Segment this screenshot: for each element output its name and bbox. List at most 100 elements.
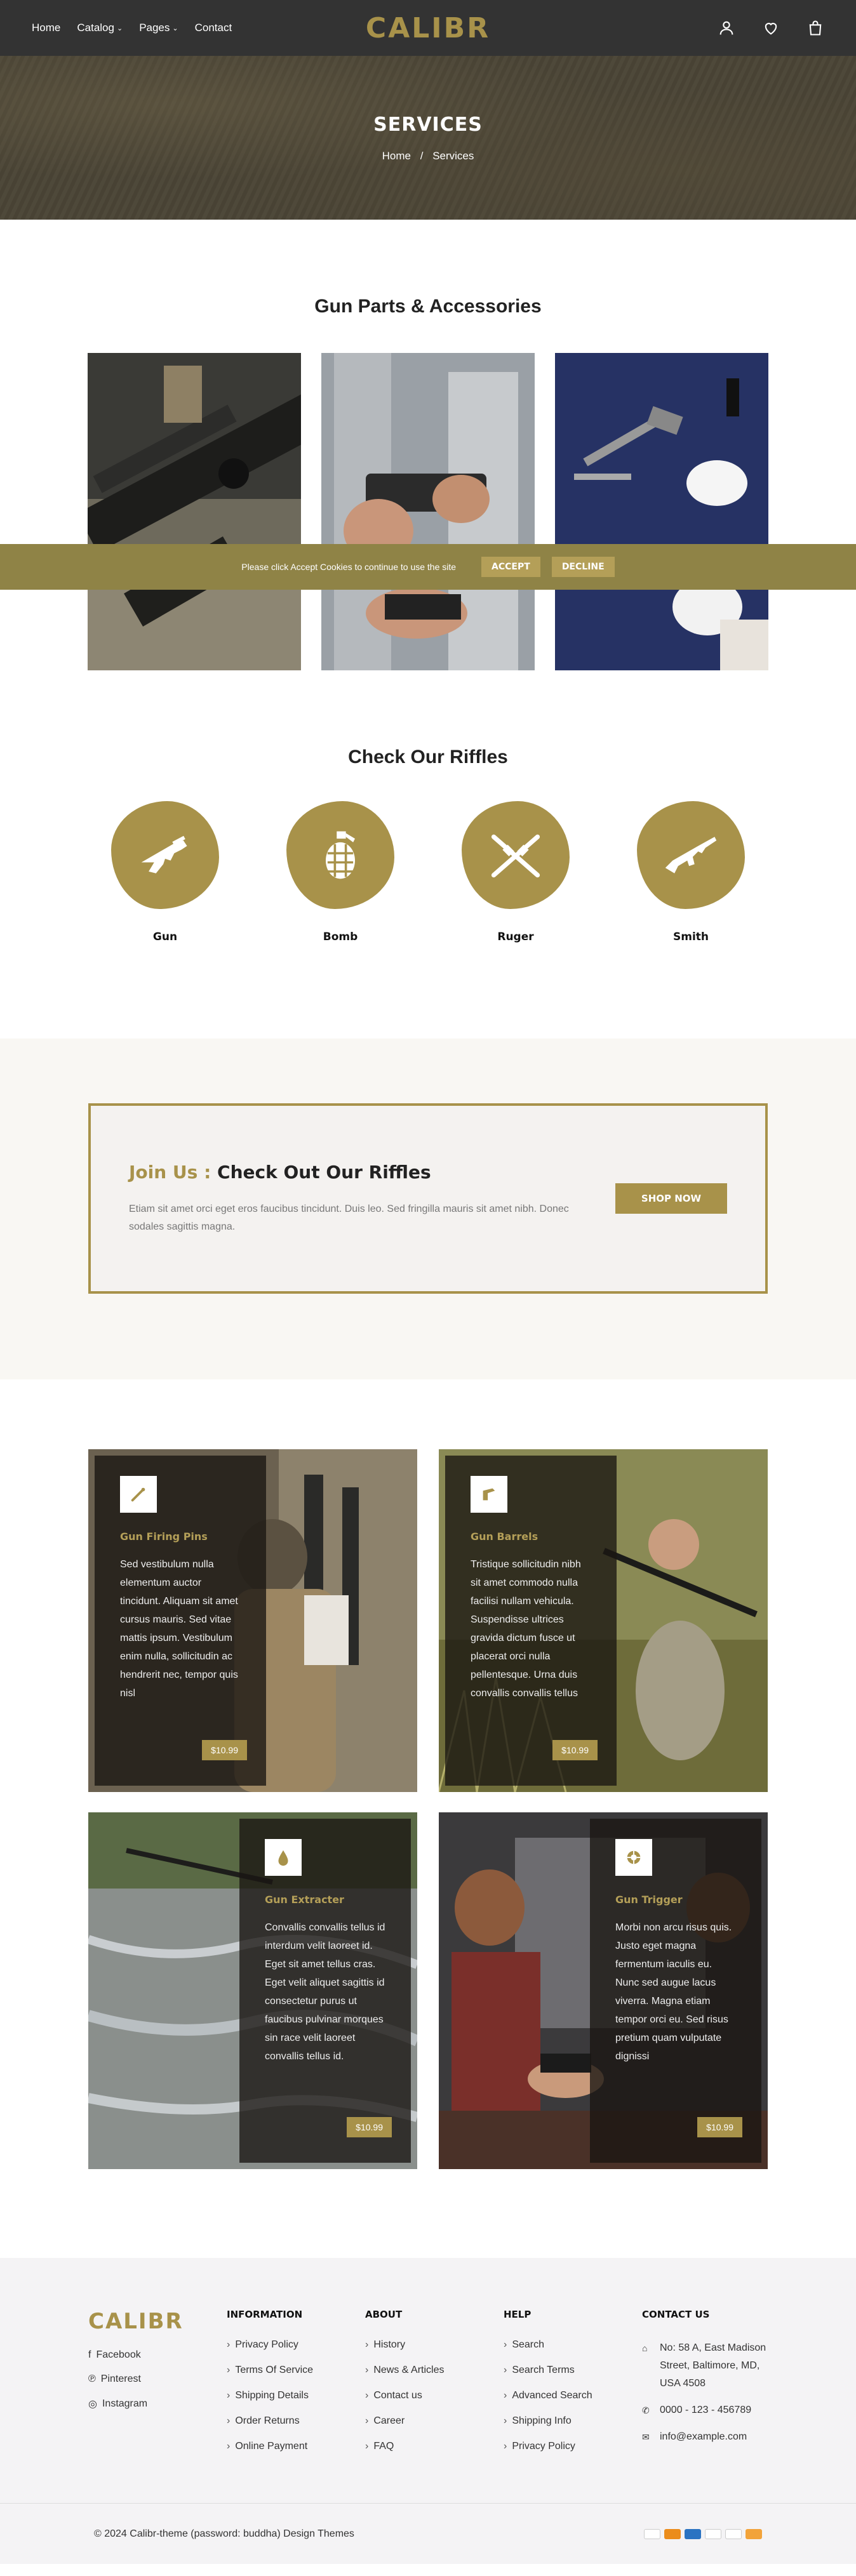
footer-bottom: © 2024 Calibr-theme (password: buddha) D…: [0, 2503, 856, 2564]
join-text: Join Us : Check Out Our Riffles Etiam si…: [129, 1162, 615, 1236]
footer-link[interactable]: Terms Of Service: [227, 2365, 365, 2376]
feature-title: Gun Extracter: [265, 1894, 344, 1906]
facebook-icon: f: [88, 2349, 91, 2360]
nav-catalog[interactable]: Catalog ⌄: [77, 22, 123, 34]
cart-icon[interactable]: [806, 19, 824, 37]
riffle-item-smith[interactable]: Smith: [637, 801, 745, 943]
cookie-banner: Please click Accept Cookies to continue …: [0, 544, 856, 590]
feature-card-barrels[interactable]: Gun Barrels Tristique sollicitudin nibh …: [439, 1449, 768, 1792]
riffle-label: Bomb: [323, 931, 358, 943]
feature-title: Gun Firing Pins: [120, 1530, 208, 1543]
feature-description: Tristique sollicitudin nibh sit amet com…: [471, 1559, 581, 1699]
nav-home[interactable]: Home: [32, 22, 60, 34]
breadcrumb-home[interactable]: Home: [382, 150, 411, 162]
crossed-rifles-icon: [491, 834, 540, 878]
phone-text: 0000 - 123 - 456789: [660, 2405, 752, 2415]
join-section: Join Us : Check Out Our Riffles Etiam si…: [0, 1039, 856, 1379]
pistol-handling-photo: [321, 353, 535, 670]
riffle-item-bomb[interactable]: Bomb: [286, 801, 394, 943]
breadcrumb-separator: /: [420, 149, 424, 162]
feature-description: Morbi non arcu risus quis. Justo eget ma…: [615, 1922, 732, 2062]
riffle-item-gun[interactable]: Gun: [111, 801, 219, 943]
page-banner: SERVICES Home / Services: [0, 56, 856, 220]
footer-link[interactable]: Contact us: [365, 2390, 504, 2401]
trigger-icon: [615, 1839, 652, 1876]
footer-link[interactable]: Career: [365, 2415, 504, 2427]
parts-image-assembly[interactable]: [555, 353, 768, 670]
footer-link[interactable]: Privacy Policy: [227, 2339, 365, 2351]
diners-icon: [725, 2528, 742, 2539]
home-icon: ⌂: [642, 2343, 648, 2353]
shop-now-button[interactable]: SHOP NOW: [615, 1183, 727, 1214]
contact-list: ⌂ No: 58 A, East Madison Street, Baltimor…: [642, 2339, 769, 2446]
site-logo[interactable]: CALIBR: [366, 12, 490, 44]
pistol-icon: [141, 835, 187, 873]
footer-link[interactable]: Online Payment: [227, 2441, 365, 2452]
contact-phone[interactable]: ✆ 0000 - 123 - 456789: [642, 2401, 769, 2419]
pinterest-icon: ℗: [88, 2374, 96, 2384]
copyright: © 2024 Calibr-theme (password: buddha) D…: [94, 2528, 354, 2539]
nav-contact[interactable]: Contact: [195, 22, 232, 34]
parts-title: Gun Parts & Accessories: [314, 296, 542, 317]
social-pinterest[interactable]: ℗ Pinterest: [88, 2374, 227, 2385]
wishlist-icon[interactable]: [762, 19, 780, 37]
footer-links: Privacy Policy Terms Of Service Shipping…: [227, 2339, 365, 2452]
nav-label: Catalog: [77, 22, 114, 34]
feature-card-trigger[interactable]: Gun Trigger Morbi non arcu risus quis. J…: [439, 1812, 768, 2169]
riffle-label: Gun: [152, 931, 178, 943]
footer-link[interactable]: Privacy Policy: [504, 2441, 642, 2452]
riffle-label: Smith: [672, 931, 709, 943]
discover-icon: [746, 2528, 762, 2539]
address-text: No: 58 A, East Madison Street, Baltimore…: [660, 2342, 766, 2389]
contact-email[interactable]: ✉ info@example.com: [642, 2428, 769, 2446]
breadcrumb: Home / Services: [382, 150, 474, 163]
feature-price-badge[interactable]: $10.99: [347, 2117, 392, 2137]
feature-price-badge[interactable]: $10.99: [552, 1740, 598, 1760]
footer-link[interactable]: Shipping Info: [504, 2415, 642, 2427]
feature-title: Gun Trigger: [615, 1894, 683, 1906]
parts-image-rifle[interactable]: [88, 353, 301, 670]
feature-card-extracter[interactable]: Gun Extracter Convallis convallis tellus…: [88, 1812, 417, 2169]
footer-link[interactable]: Search: [504, 2339, 642, 2351]
payment-icons: [644, 2528, 762, 2539]
nav-label: Pages: [139, 22, 170, 34]
feature-price-badge[interactable]: $10.99: [697, 2117, 742, 2137]
feature-price-badge[interactable]: $10.99: [202, 1740, 247, 1760]
footer-logo[interactable]: CALIBR: [88, 2309, 227, 2334]
nav-pages[interactable]: Pages ⌄: [139, 22, 178, 34]
social-instagram[interactable]: ◎ Instagram: [88, 2398, 227, 2410]
footer-link[interactable]: Search Terms: [504, 2365, 642, 2376]
page-title: SERVICES: [373, 113, 483, 136]
footer-link[interactable]: Advanced Search: [504, 2390, 642, 2401]
parts-image-pistol[interactable]: [321, 353, 535, 670]
footer-link[interactable]: History: [365, 2339, 504, 2351]
feature-description: Convallis convallis tellus id interdum v…: [265, 1922, 385, 2062]
account-icon[interactable]: [718, 19, 735, 37]
footer-link[interactable]: Shipping Details: [227, 2390, 365, 2401]
site-footer: CALIBR f Facebook ℗ Pinterest ◎ Instagram I…: [0, 2258, 856, 2564]
feature-description: Sed vestibulum nulla elementum auctor ti…: [120, 1559, 238, 1699]
social-facebook[interactable]: f Facebook: [88, 2349, 227, 2361]
footer-link[interactable]: FAQ: [365, 2441, 504, 2452]
riffle-badge: [286, 801, 394, 909]
feature-card-firing-pins[interactable]: Gun Firing Pins Sed vestibulum nulla ele…: [88, 1449, 417, 1792]
chevron-down-icon: ⌄: [116, 24, 123, 32]
parts-gallery: [0, 353, 856, 670]
footer-link[interactable]: News & Articles: [365, 2365, 504, 2376]
contact-address: ⌂ No: 58 A, East Madison Street, Baltimor…: [642, 2339, 769, 2393]
header-actions: [718, 19, 824, 37]
phone-icon: ✆: [642, 2405, 650, 2415]
footer-heading: INFORMATION: [227, 2309, 303, 2320]
riffle-badge: [111, 801, 219, 909]
footer-links: Search Search Terms Advanced Search Ship…: [504, 2339, 642, 2452]
features-section: Gun Firing Pins Sed vestibulum nulla ele…: [0, 1379, 856, 2258]
accept-cookies-button[interactable]: ACCEPT: [481, 557, 540, 577]
decline-cookies-button[interactable]: DECLINE: [551, 557, 615, 577]
footer-columns: CALIBR f Facebook ℗ Pinterest ◎ Instagram I…: [88, 2309, 768, 2503]
join-heading: Join Us : Check Out Our Riffles: [129, 1162, 615, 1183]
footer-heading: HELP: [504, 2309, 532, 2320]
footer-link[interactable]: Order Returns: [227, 2415, 365, 2427]
grenade-icon: [326, 831, 355, 879]
riffle-item-ruger[interactable]: Ruger: [462, 801, 570, 943]
extracter-icon: [265, 1839, 302, 1876]
